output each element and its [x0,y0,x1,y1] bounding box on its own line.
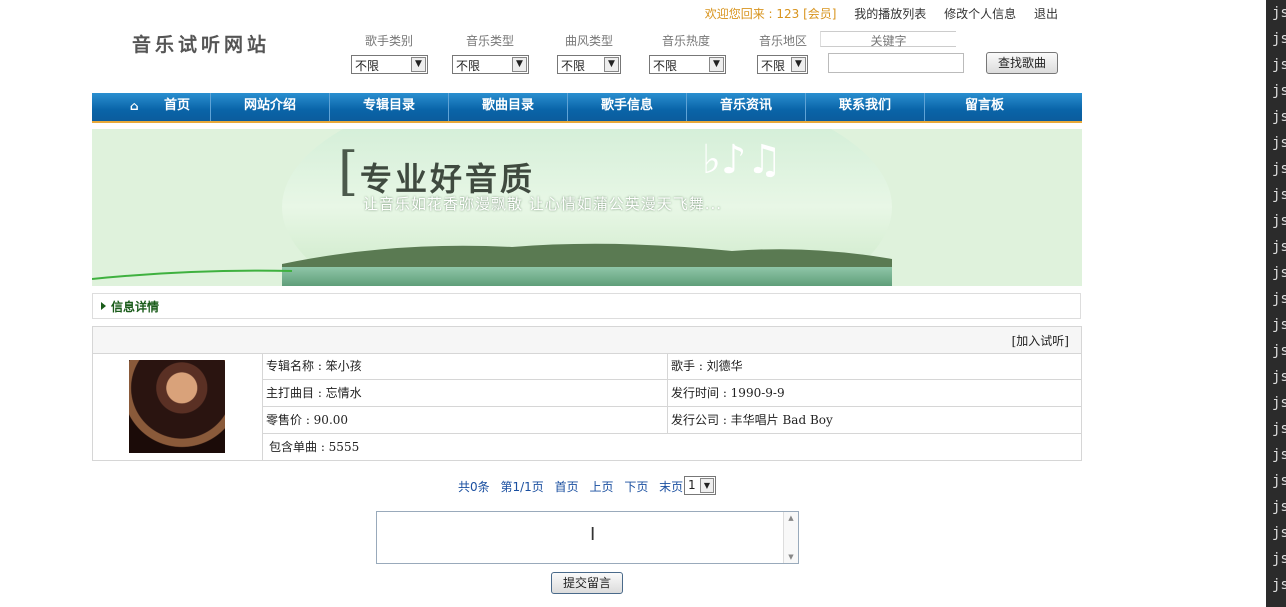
welcome-text: 欢迎您回来 : 123 [会员] [704,7,837,21]
side-label: js [1272,317,1286,333]
album-name: 专辑名称 : 笨小孩 [262,353,667,380]
nav-home-label: 首页 [164,98,191,113]
chevron-down-icon: ▼ [512,57,527,72]
top-links: 欢迎您回来 : 123 [会员] 我的播放列表 修改个人信息 退出 [705,5,1058,22]
logout-link[interactable]: 退出 [1034,7,1058,21]
side-label: js [1272,239,1286,255]
retail-price: 零售价 : 90.00 [262,407,667,434]
side-label: js [1272,473,1286,489]
chevron-down-icon: ▼ [709,57,724,72]
nav-singer-info[interactable]: 歌手信息 [568,93,687,121]
page-select[interactable]: 1 ▼ [684,476,716,495]
search-songs-button[interactable]: 查找歌曲 [986,52,1058,74]
album-photo [129,360,225,453]
select-value: 不限 [761,59,786,73]
side-label: js [1272,447,1286,463]
filter-label-singer-category: 歌手类别 [364,34,413,48]
region-select[interactable]: 不限 ▼ [757,55,808,74]
submit-message-button[interactable]: 提交留言 [551,572,623,594]
keyword-label: 关键字 [820,31,956,48]
select-value: 不限 [561,59,586,73]
select-value: 不限 [456,59,481,73]
album-detail-table: [加入试听] 专辑名称 : 笨小孩 歌手 : 刘德华 主打曲目 : 忘情水 发行… [92,326,1082,461]
filter-label-region: 音乐地区 [758,34,807,48]
nav-song-list[interactable]: 歌曲目录 [449,93,568,121]
side-label: js [1272,265,1286,281]
singer-name: 歌手 : 刘德华 [667,353,1081,380]
textarea-scrollbar[interactable]: ▲ ▼ [783,512,798,563]
banner: [ 专业好音质 让音乐如花香弥漫飘散 让心情如蒲公英漫天飞舞... ♭♪♫ [92,129,1082,286]
release-date: 发行时间 : 1990-9-9 [667,380,1081,407]
side-label: js [1272,187,1286,203]
message-textarea[interactable]: ▲ ▼ [376,511,799,564]
side-strip: js js js js js js js js js js js js js j… [1266,0,1286,607]
text-cursor-icon: I [590,524,596,545]
chevron-down-icon: ▼ [411,57,426,72]
popularity-select[interactable]: 不限 ▼ [649,55,726,74]
side-label: js [1272,5,1286,21]
main-song: 主打曲目 : 忘情水 [262,380,667,407]
side-label: js [1272,421,1286,437]
select-value: 不限 [653,59,678,73]
release-company: 发行公司 : 丰华唱片 Bad Boy [667,407,1081,434]
site-logo: 音乐试听网站 [132,34,271,56]
filter-label-popularity: 音乐热度 [661,34,710,48]
scroll-down-icon: ▼ [788,553,794,561]
add-row: [加入试听] [93,327,1081,354]
side-label: js [1272,109,1286,125]
side-label: js [1272,83,1286,99]
side-label: js [1272,369,1286,385]
home-icon: ⌂ [130,99,139,113]
info-section-title: 信息详情 [111,300,160,314]
nav-site-intro[interactable]: 网站介绍 [211,93,330,121]
select-value: 不限 [355,59,380,73]
my-playlist-link[interactable]: 我的播放列表 [854,7,926,21]
side-label: js [1272,551,1286,567]
bracket-glyph: [ [338,142,358,202]
music-notes-icon: ♭♪♫ [702,137,783,183]
side-label: js [1272,213,1286,229]
filter-label-music-type: 音乐类型 [465,34,514,48]
singer-category-select[interactable]: 不限 ▼ [351,55,428,74]
side-label: js [1272,57,1286,73]
music-type-select[interactable]: 不限 ▼ [452,55,529,74]
pager-prev[interactable]: 上页 [589,480,613,494]
pager-next[interactable]: 下页 [624,480,648,494]
side-label: js [1272,525,1286,541]
nav-album-list[interactable]: 专辑目录 [330,93,449,121]
nav-music-news[interactable]: 音乐资讯 [687,93,806,121]
included-songs: 包含单曲 : 5555 [262,434,1081,461]
keyword-input[interactable] [828,53,964,73]
filter-label-style-type: 曲风类型 [564,34,613,48]
pager-page: 第1/1页 [500,480,544,494]
side-label: js [1272,161,1286,177]
banner-subtitle: 让音乐如花香弥漫飘散 让心情如蒲公英漫天飞舞... [363,195,723,213]
pager-last[interactable]: 末页 [659,480,683,494]
side-label: js [1272,577,1286,593]
pager-first[interactable]: 首页 [555,480,579,494]
nav-home[interactable]: ⌂ 首页 [92,93,211,121]
nav-contact-us[interactable]: 联系我们 [806,93,925,121]
page-select-value: 1 [688,478,696,492]
info-section-header: 信息详情 [92,293,1081,319]
side-label: js [1272,135,1286,151]
side-label: js [1272,395,1286,411]
scroll-up-icon: ▲ [788,514,794,522]
side-label: js [1272,343,1286,359]
pagination: 共0条 第1/1页 首页 上页 下页 末页 [458,478,690,495]
add-to-listen-link[interactable]: [加入试听] [1012,332,1069,349]
triangle-icon [101,302,106,310]
edit-profile-link[interactable]: 修改个人信息 [944,7,1016,21]
side-label: js [1272,31,1286,47]
chevron-down-icon: ▼ [791,57,806,72]
side-label: js [1272,291,1286,307]
side-label: js [1272,499,1286,515]
chevron-down-icon: ▼ [604,57,619,72]
chevron-down-icon: ▼ [700,478,714,493]
nav-message-board[interactable]: 留言板 [925,93,1044,121]
pager-total: 共0条 [458,480,490,494]
main-nav: ⌂ 首页 网站介绍 专辑目录 歌曲目录 歌手信息 音乐资讯 联系我们 留言板 [92,93,1082,123]
style-type-select[interactable]: 不限 ▼ [557,55,621,74]
